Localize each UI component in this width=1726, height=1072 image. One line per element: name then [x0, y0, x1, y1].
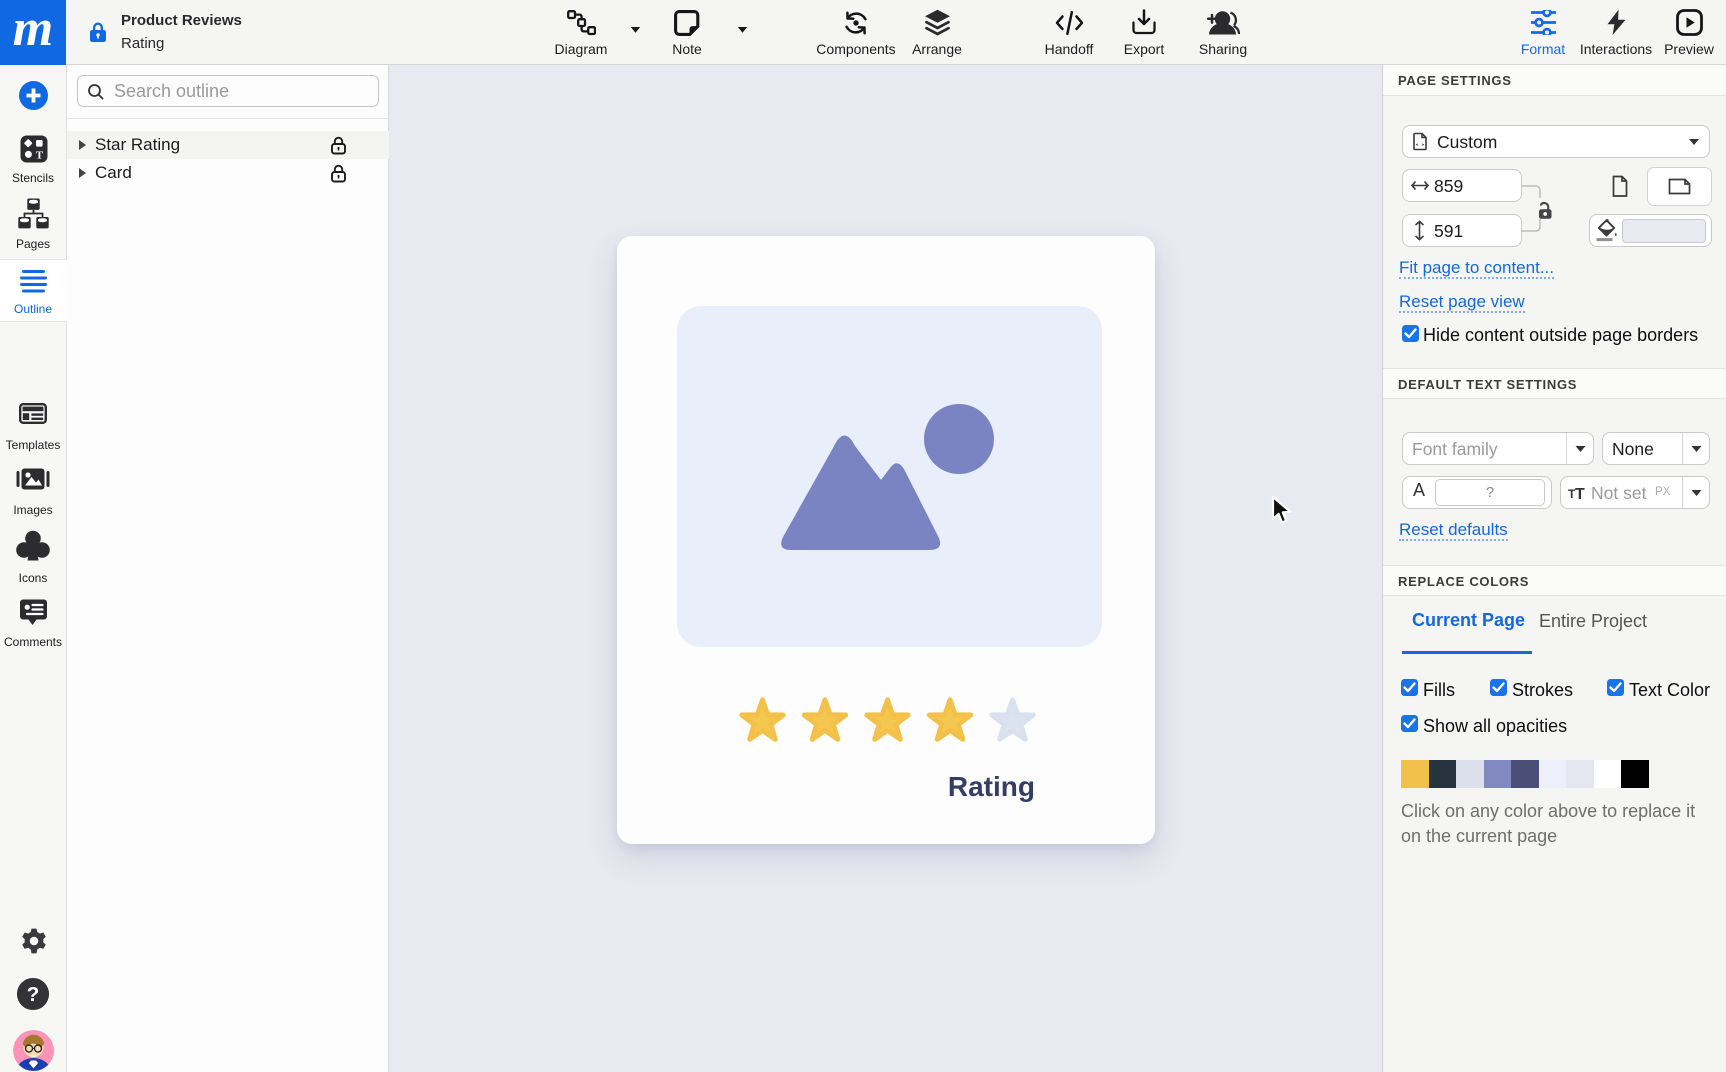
- svg-text:T: T: [36, 149, 44, 161]
- svg-text:?: ?: [27, 983, 40, 1006]
- svg-text:T: T: [1575, 486, 1585, 500]
